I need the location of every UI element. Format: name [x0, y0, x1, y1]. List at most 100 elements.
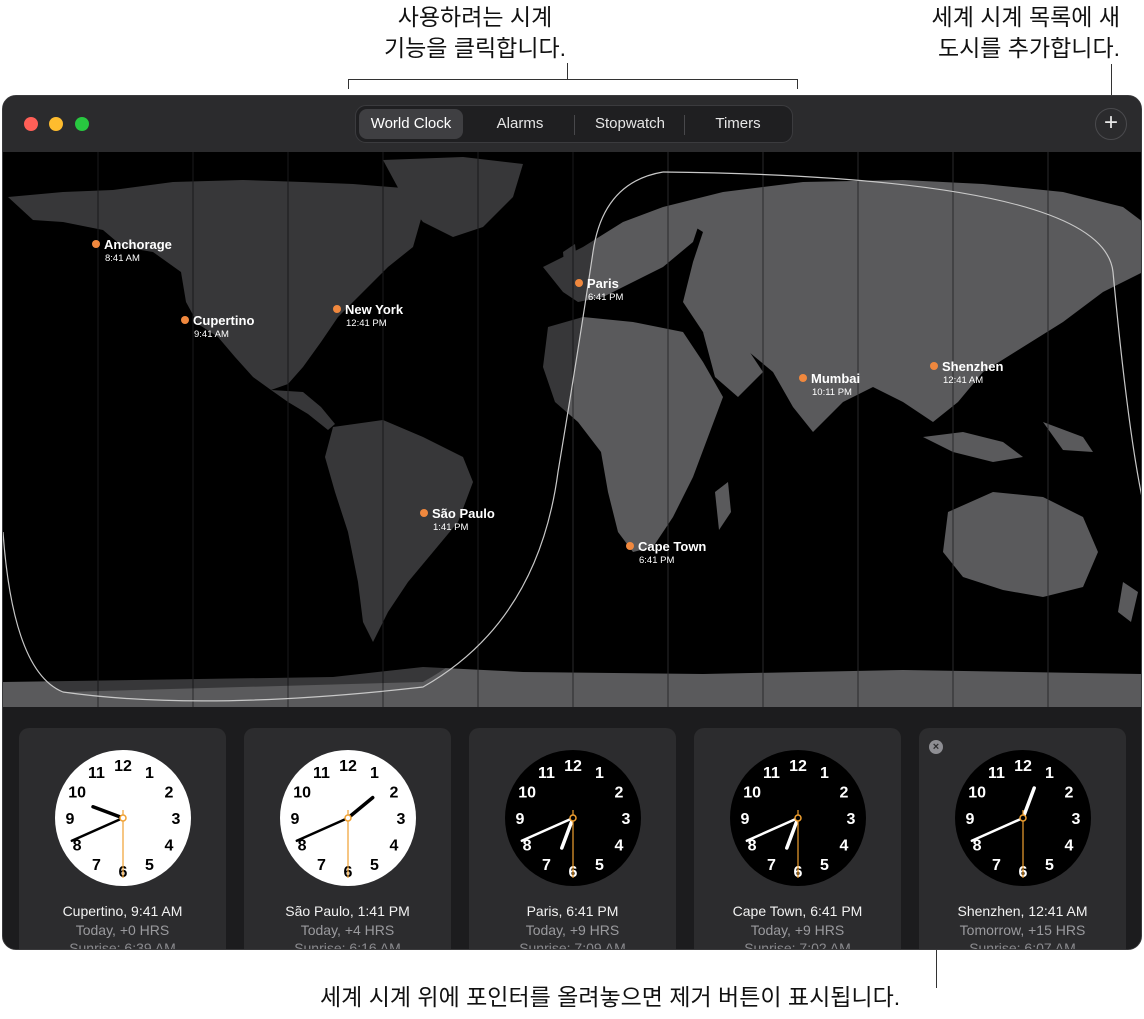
tab-stopwatch[interactable]: Stopwatch	[576, 109, 684, 139]
city-name: Paris	[587, 276, 619, 291]
tab-timers[interactable]: Timers	[686, 109, 790, 139]
city-dot	[930, 362, 938, 370]
clock-numeral: 9	[966, 811, 975, 828]
city-name: Mumbai	[811, 371, 860, 386]
callout-line	[567, 63, 568, 79]
zoom-button[interactable]	[75, 117, 89, 131]
clock-card-cape-town[interactable]: 123456789101112 Cape Town, 6:41 PM Today…	[694, 728, 901, 950]
clock-numeral: 7	[92, 857, 101, 874]
city-time: 1:41 PM	[433, 522, 468, 533]
city-name: Shenzhen	[942, 359, 1003, 374]
analog-clock: 123456789101112	[730, 750, 866, 886]
clock-numeral: 7	[992, 857, 1001, 874]
clock-numeral: 10	[518, 785, 536, 802]
clock-title: Paris, 6:41 PM	[526, 903, 619, 919]
clock-offset: Today, +4 HRS	[300, 922, 395, 938]
clock-sunrise: Sunrise: 7:02 AM	[744, 940, 851, 950]
tab-bar: World Clock Alarms Stopwatch Timers	[355, 105, 793, 143]
clock-numeral: 5	[595, 857, 604, 874]
clock-numeral: 10	[293, 785, 311, 802]
clock-numeral: 9	[741, 811, 750, 828]
clock-numeral: 4	[389, 838, 398, 855]
analog-clock: 123456789101112	[955, 750, 1091, 886]
clock-numeral: 3	[847, 811, 856, 828]
clock-numeral: 5	[820, 857, 829, 874]
clock-numeral: 9	[66, 811, 75, 828]
callout-add-line1: 세계 시계 목록에 새	[931, 4, 1120, 30]
city-dot	[181, 316, 189, 324]
callout-add-line2: 도시를 추가합니다.	[937, 35, 1120, 61]
clock-numeral: 7	[767, 857, 776, 874]
city-time: 6:41 PM	[639, 555, 674, 566]
clock-numeral: 2	[1064, 785, 1073, 802]
clock-offset: Today, +9 HRS	[525, 922, 620, 938]
clock-numeral: 5	[370, 857, 379, 874]
clock-numeral: 11	[88, 765, 105, 782]
night-overlay	[3, 152, 663, 692]
world-map-svg: Anchorage 8:41 AM Cupertino 9:41 AM New …	[3, 152, 1141, 707]
city-dot	[420, 509, 428, 517]
clock-title: Cupertino, 9:41 AM	[62, 903, 183, 919]
city-time: 6:41 PM	[588, 292, 623, 303]
clock-center	[794, 814, 802, 822]
clock-numeral: 2	[839, 785, 848, 802]
clock-numeral: 2	[164, 785, 173, 802]
analog-clock: 123456789101112	[505, 750, 641, 886]
clock-card-sao-paulo[interactable]: 123456789101112 São Paulo, 1:41 PM Today…	[244, 728, 451, 950]
city-time: 12:41 AM	[943, 375, 983, 386]
titlebar: World Clock Alarms Stopwatch Timers +	[3, 96, 1141, 152]
tab-divider	[684, 115, 685, 135]
clock-offset: Today, +9 HRS	[750, 922, 845, 938]
minimize-button[interactable]	[49, 117, 63, 131]
clock-numeral: 3	[622, 811, 631, 828]
clock-numeral: 1	[595, 765, 604, 782]
remove-x-icon[interactable]: ×	[929, 740, 943, 754]
clock-numeral: 12	[564, 758, 582, 775]
city-dot	[626, 542, 634, 550]
clock-center	[1019, 814, 1027, 822]
city-dot	[575, 279, 583, 287]
clock-title: Shenzhen, 12:41 AM	[957, 903, 1088, 919]
clock-numeral: 10	[743, 785, 761, 802]
clock-numeral: 1	[820, 765, 829, 782]
tab-divider	[574, 115, 575, 135]
clock-center	[119, 814, 127, 822]
clock-sunrise: Sunrise: 6:07 AM	[969, 940, 1076, 950]
callout-add: 세계 시계 목록에 새 도시를 추가합니다.	[880, 2, 1120, 64]
city-name: São Paulo	[432, 506, 495, 521]
add-city-button[interactable]: +	[1095, 108, 1127, 140]
city-name: Cupertino	[193, 313, 254, 328]
clock-numeral: 3	[1072, 811, 1081, 828]
clock-sunrise: Sunrise: 6:16 AM	[294, 940, 401, 950]
city-dot	[333, 305, 341, 313]
clock-center	[569, 814, 577, 822]
clock-numeral: 9	[291, 811, 300, 828]
clock-sunrise: Sunrise: 6:39 AM	[69, 940, 176, 950]
clock-numeral: 3	[172, 811, 181, 828]
clock-card-paris[interactable]: 123456789101112 Paris, 6:41 PM Today, +9…	[469, 728, 676, 950]
city-cape-town[interactable]: Cape Town 6:41 PM	[626, 539, 706, 566]
tab-alarms[interactable]: Alarms	[468, 109, 572, 139]
clock-offset: Today, +0 HRS	[75, 922, 170, 938]
clock-numeral: 12	[114, 758, 132, 775]
clock-numeral: 4	[614, 838, 623, 855]
callout-bracket	[348, 79, 798, 80]
clock-card-shenzhen[interactable]: × 123456789101112 Shenzhen, 12:41 AM Tom…	[919, 728, 1126, 950]
clock-numeral: 2	[614, 785, 623, 802]
clock-window: World Clock Alarms Stopwatch Timers + An…	[2, 95, 1142, 950]
callout-bracket-right	[797, 79, 798, 89]
clock-center	[344, 814, 352, 822]
tab-world-clock[interactable]: World Clock	[359, 109, 463, 139]
clock-numeral: 5	[1045, 857, 1054, 874]
clock-numeral: 11	[763, 765, 780, 782]
callout-bracket-left	[348, 79, 349, 89]
clock-card-cupertino[interactable]: 123456789101112 Cupertino, 9:41 AM Today…	[19, 728, 226, 950]
clock-numeral: 12	[789, 758, 807, 775]
close-button[interactable]	[24, 117, 38, 131]
clock-numeral: 9	[516, 811, 525, 828]
clock-title: São Paulo, 1:41 PM	[285, 903, 410, 919]
clock-sunrise: Sunrise: 7:09 AM	[519, 940, 626, 950]
clock-numeral: 4	[1064, 838, 1073, 855]
callout-remove: 세계 시계 위에 포인터를 올려놓으면 제거 버튼이 표시됩니다.	[320, 984, 901, 1010]
callout-tabs: 사용하려는 시계 기능을 클릭합니다.	[340, 2, 610, 64]
